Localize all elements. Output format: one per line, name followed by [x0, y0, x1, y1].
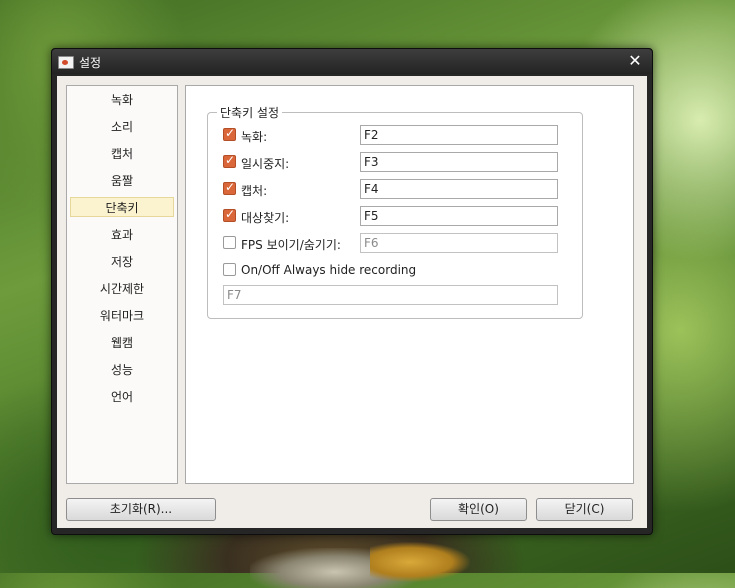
- app-icon: [58, 56, 74, 69]
- hotkey-group-title: 단축키 설정: [217, 104, 283, 121]
- record-hotkey-label: 녹화:: [241, 130, 268, 144]
- sidebar-item-watermark[interactable]: 워터마크: [70, 306, 174, 326]
- find-target-hotkey-checkbox[interactable]: [223, 207, 236, 222]
- sidebar-item-save[interactable]: 저장: [70, 252, 174, 272]
- fps-toggle-hotkey-label: FPS 보이기/숨기기:: [241, 238, 341, 252]
- settings-category-list: 녹화 소리 캡처 움짤 단축키 효과 저장 시간제한 워터마크 웹캠 성능 언어: [66, 85, 178, 484]
- background-bird-beak: [370, 542, 470, 582]
- sidebar-item-record[interactable]: 녹화: [70, 90, 174, 110]
- fps-toggle-hotkey-checkbox[interactable]: [223, 236, 236, 249]
- title-bar[interactable]: 설정 ✕: [52, 49, 652, 74]
- settings-window: 설정 ✕ 녹화 소리 캡처 움짤 단축키 효과 저장 시간제한 워터마크 웹캠 …: [51, 48, 653, 535]
- find-target-hotkey-input[interactable]: [360, 206, 558, 226]
- always-hide-recording-label: On/Off Always hide recording: [241, 263, 417, 277]
- record-hotkey-input[interactable]: [360, 125, 558, 145]
- pause-hotkey-checkbox[interactable]: [223, 153, 236, 168]
- capture-hotkey-label: 캡처:: [241, 184, 268, 198]
- hotkey-group: 단축키 설정 녹화: 일시중지: 캡처: 대: [207, 104, 583, 319]
- ok-button[interactable]: 확인(O): [430, 498, 527, 521]
- pause-hotkey-input[interactable]: [360, 152, 558, 172]
- find-target-hotkey-label: 대상찾기:: [241, 211, 290, 225]
- pause-hotkey-label: 일시중지:: [241, 157, 290, 171]
- sidebar-item-webcam[interactable]: 웹캠: [70, 333, 174, 353]
- sidebar-item-capture[interactable]: 캡처: [70, 144, 174, 164]
- sidebar-item-time-limit[interactable]: 시간제한: [70, 279, 174, 299]
- window-title: 설정: [79, 56, 102, 70]
- sidebar-item-sound[interactable]: 소리: [70, 117, 174, 137]
- reset-button[interactable]: 초기화(R)...: [66, 498, 216, 521]
- record-hotkey-checkbox[interactable]: [223, 126, 236, 141]
- sidebar-item-effects[interactable]: 효과: [70, 225, 174, 245]
- sidebar-item-gif[interactable]: 움짤: [70, 171, 174, 191]
- always-hide-hotkey-input[interactable]: [223, 285, 558, 305]
- fps-toggle-hotkey-input[interactable]: [360, 233, 558, 253]
- hotkey-settings-panel: 단축키 설정 녹화: 일시중지: 캡처: 대: [185, 85, 634, 484]
- always-hide-recording-checkbox[interactable]: [223, 263, 236, 276]
- sidebar-item-performance[interactable]: 성능: [70, 360, 174, 380]
- close-icon[interactable]: ✕: [626, 51, 644, 71]
- capture-hotkey-checkbox[interactable]: [223, 180, 236, 195]
- dialog-client: 녹화 소리 캡처 움짤 단축키 효과 저장 시간제한 워터마크 웹캠 성능 언어…: [57, 76, 647, 528]
- sidebar-item-hotkeys[interactable]: 단축키: [70, 197, 174, 217]
- capture-hotkey-input[interactable]: [360, 179, 558, 199]
- close-button[interactable]: 닫기(C): [536, 498, 633, 521]
- sidebar-item-language[interactable]: 언어: [70, 387, 174, 407]
